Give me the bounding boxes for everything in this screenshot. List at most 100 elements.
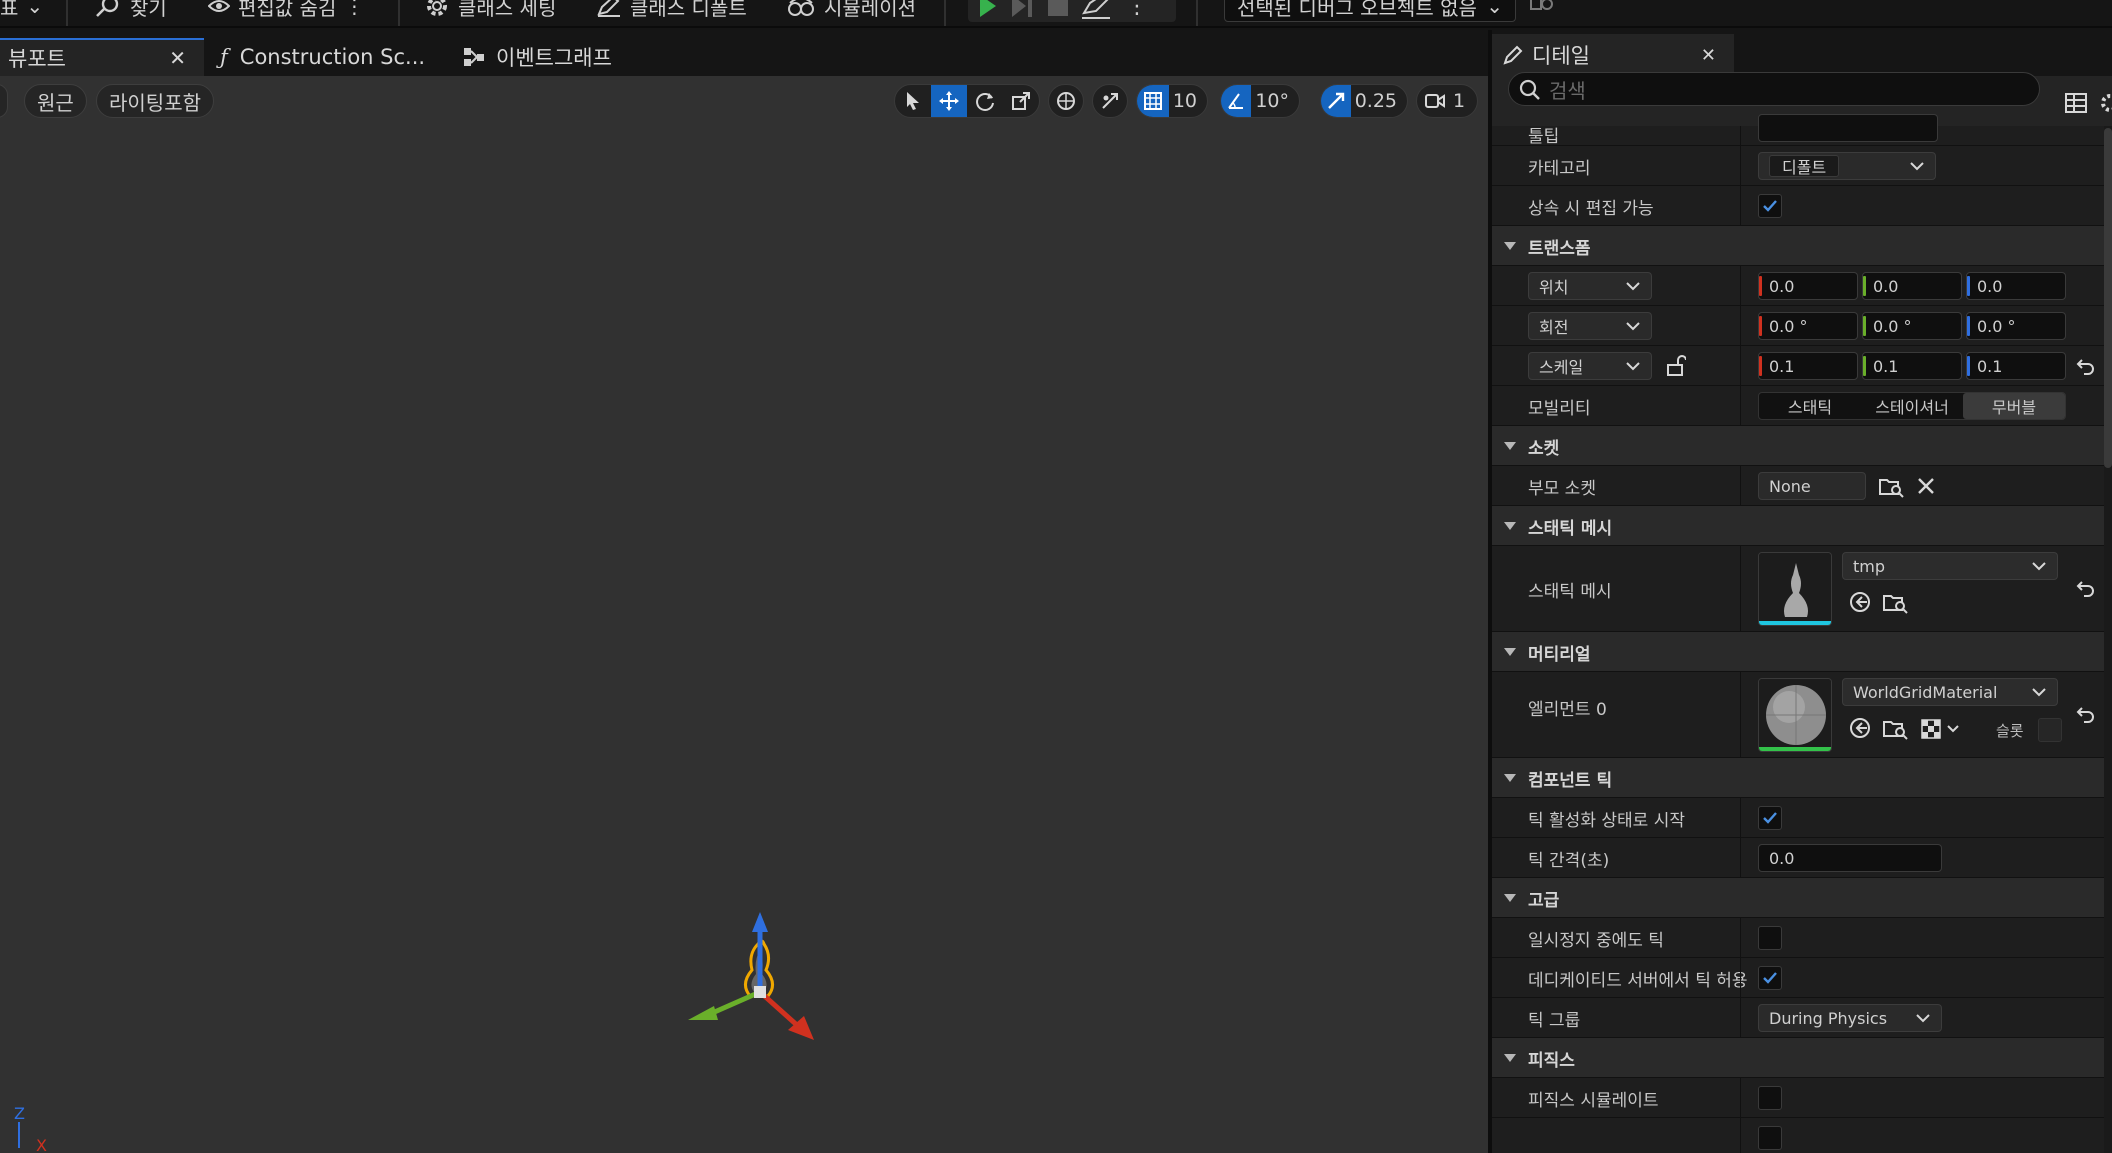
next-checkbox[interactable]: [1758, 1126, 1782, 1150]
mobility-movable-option[interactable]: 무버블: [1963, 393, 2065, 419]
rotation-mode-dropdown[interactable]: 회전: [1528, 312, 1652, 340]
simulation-button[interactable]: 시뮬레이션: [786, 0, 916, 21]
rotation-snap-value[interactable]: 10°: [1251, 90, 1299, 112]
scale-snap-toggle[interactable]: [1321, 85, 1351, 117]
scale-tool[interactable]: [1003, 85, 1039, 117]
transform-category[interactable]: 트랜스폼: [1492, 226, 2104, 266]
location-x-input[interactable]: 0.0: [1758, 272, 1858, 300]
location-mode-dropdown[interactable]: 위치: [1528, 272, 1652, 300]
editable-inherit-checkbox[interactable]: [1758, 194, 1782, 218]
step-icon[interactable]: [1004, 0, 1040, 21]
scale-snap-value[interactable]: 0.25: [1351, 90, 1407, 112]
scale-y-input[interactable]: 0.1: [1862, 352, 1962, 380]
tab-event-graph[interactable]: 이벤트그래프: [462, 38, 672, 76]
parent-socket-field[interactable]: None: [1758, 472, 1866, 500]
stop-icon[interactable]: [1040, 0, 1076, 21]
advanced-category[interactable]: 고급: [1492, 878, 2104, 918]
y-axis-arrow[interactable]: [708, 989, 762, 1017]
category-dropdown[interactable]: 디폴트: [1758, 152, 1936, 180]
use-selected-icon[interactable]: [1848, 716, 1872, 740]
tick-group-dropdown[interactable]: During Physics: [1758, 1004, 1942, 1032]
grid-snap-value[interactable]: 10: [1169, 90, 1207, 112]
tooltip-input[interactable]: [1758, 114, 1938, 142]
browse-folder-icon[interactable]: [1882, 716, 1908, 740]
partial-menu[interactable]: 표 ⌄: [0, 0, 43, 21]
tick-on-dedicated-checkbox[interactable]: [1758, 966, 1782, 990]
hide-defaults-button[interactable]: 편집값 숨김 ⋮: [208, 0, 364, 21]
debug-filter-icon[interactable]: [1528, 0, 1556, 18]
scale-snap-group[interactable]: 0.25: [1320, 84, 1408, 118]
gizmo-center[interactable]: [754, 986, 766, 998]
chevron-down-icon[interactable]: [1946, 724, 1960, 734]
find-button[interactable]: 찾기: [94, 0, 167, 21]
lit-mode-button[interactable]: 라이팅포함: [96, 84, 214, 118]
transform-gizmo[interactable]: [680, 904, 840, 1044]
physics-category[interactable]: 피직스: [1492, 1038, 2104, 1078]
location-y-input[interactable]: 0.0: [1862, 272, 1962, 300]
play-icon[interactable]: [968, 0, 1004, 21]
clear-icon[interactable]: [1916, 476, 1936, 496]
surface-snap-toggle[interactable]: [1092, 84, 1128, 118]
browse-folder-icon[interactable]: [1882, 590, 1908, 614]
camera-speed-button[interactable]: [1417, 85, 1453, 117]
gear-icon[interactable]: [2098, 92, 2112, 114]
more-options-icon[interactable]: ⋮: [344, 0, 364, 18]
close-icon[interactable]: ✕: [169, 46, 186, 70]
rotation-snap-toggle[interactable]: [1221, 85, 1252, 117]
select-tool[interactable]: [895, 85, 931, 117]
tab-viewport[interactable]: 뷰포트 ✕: [0, 38, 204, 76]
details-search-input[interactable]: 검색: [1508, 72, 2040, 106]
checker-icon[interactable]: [1920, 718, 1942, 740]
graph-icon: [464, 48, 484, 66]
rotation-y-input[interactable]: 0.0 °: [1862, 312, 1962, 340]
simulate-physics-checkbox[interactable]: [1758, 1086, 1782, 1110]
grid-snap-toggle[interactable]: [1137, 85, 1169, 117]
material-dropdown[interactable]: WorldGridMaterial: [1842, 678, 2058, 706]
socket-category[interactable]: 소켓: [1492, 426, 2104, 466]
unlock-icon[interactable]: [1666, 355, 1686, 377]
eject-icon[interactable]: [1076, 0, 1116, 21]
static-mesh-thumbnail[interactable]: [1758, 552, 1832, 626]
static-mesh-dropdown[interactable]: tmp: [1842, 552, 2058, 580]
scale-mode-dropdown[interactable]: 스케일: [1528, 352, 1652, 380]
material-thumbnail[interactable]: [1758, 678, 1832, 752]
location-z-input[interactable]: 0.0: [1966, 272, 2066, 300]
scale-x-input[interactable]: 0.1: [1758, 352, 1858, 380]
camera-speed-group[interactable]: 1: [1416, 84, 1478, 118]
viewport-menu-button[interactable]: [0, 84, 8, 118]
rotation-x-input[interactable]: 0.0 °: [1758, 312, 1858, 340]
camera-speed-value[interactable]: 1: [1453, 90, 1475, 112]
grid-snap-group[interactable]: 10: [1136, 84, 1208, 118]
slot-checkbox[interactable]: [2038, 718, 2062, 742]
rotation-z-input[interactable]: 0.0 °: [1966, 312, 2066, 340]
start-tick-enabled-checkbox[interactable]: [1758, 806, 1782, 830]
class-defaults-button[interactable]: 클래스 디폴트: [596, 0, 747, 21]
perspective-button[interactable]: 원근: [24, 84, 87, 118]
world-local-toggle[interactable]: [1048, 84, 1084, 118]
browse-folder-icon[interactable]: [1878, 474, 1904, 498]
materials-category[interactable]: 머티리얼: [1492, 632, 2104, 672]
mobility-static-option[interactable]: 스태틱: [1759, 393, 1861, 419]
reset-to-default-icon[interactable]: [2076, 578, 2096, 598]
rotate-tool[interactable]: [967, 85, 1003, 117]
play-options-icon[interactable]: ⋮: [1116, 0, 1158, 19]
tab-details[interactable]: 디테일 ✕: [1492, 34, 1734, 76]
reset-to-default-icon[interactable]: [2076, 356, 2096, 376]
tab-construction-script[interactable]: ƒ Construction Sc...: [220, 38, 440, 76]
static-mesh-category[interactable]: 스태틱 메시: [1492, 506, 2104, 546]
rotation-snap-group[interactable]: 10°: [1220, 84, 1300, 118]
debug-object-dropdown[interactable]: 선택된 디버그 오브젝트 없음 ⌄: [1224, 0, 1516, 22]
viewport[interactable]: 원근 라이팅포함 10 10° 0.25 1 Z X: [0, 76, 1488, 1153]
table-view-icon[interactable]: [2064, 92, 2088, 114]
close-icon[interactable]: ✕: [1701, 45, 1716, 66]
tick-when-paused-checkbox[interactable]: [1758, 926, 1782, 950]
component-tick-category[interactable]: 컴포넌트 틱: [1492, 758, 2104, 798]
tick-interval-input[interactable]: 0.0: [1758, 844, 1942, 872]
mobility-stationary-option[interactable]: 스테이셔너: [1861, 393, 1963, 419]
details-scrollbar-thumb[interactable]: [2104, 128, 2112, 468]
scale-z-input[interactable]: 0.1: [1966, 352, 2066, 380]
reset-to-default-icon[interactable]: [2076, 704, 2096, 724]
use-selected-icon[interactable]: [1848, 590, 1872, 614]
translate-tool[interactable]: [931, 85, 967, 117]
class-settings-button[interactable]: 클래스 세팅: [424, 0, 556, 21]
